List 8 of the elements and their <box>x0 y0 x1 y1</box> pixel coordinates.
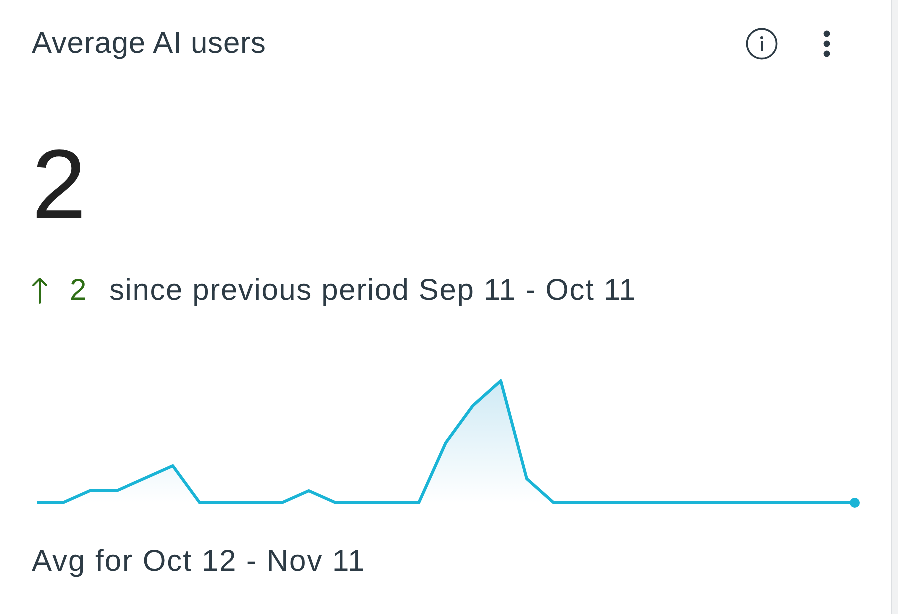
card-title: Average AI users <box>32 27 266 61</box>
endpoint-dot-icon <box>850 498 860 508</box>
change-amount: 2 <box>70 274 88 308</box>
more-options-icon[interactable] <box>823 30 831 58</box>
metric-value: 2 <box>32 135 87 233</box>
info-icon[interactable] <box>746 28 778 60</box>
period-caption: Avg for Oct 12 - Nov 11 <box>32 545 366 579</box>
comparison-label: since previous period Sep 11 - Oct 11 <box>110 274 637 308</box>
